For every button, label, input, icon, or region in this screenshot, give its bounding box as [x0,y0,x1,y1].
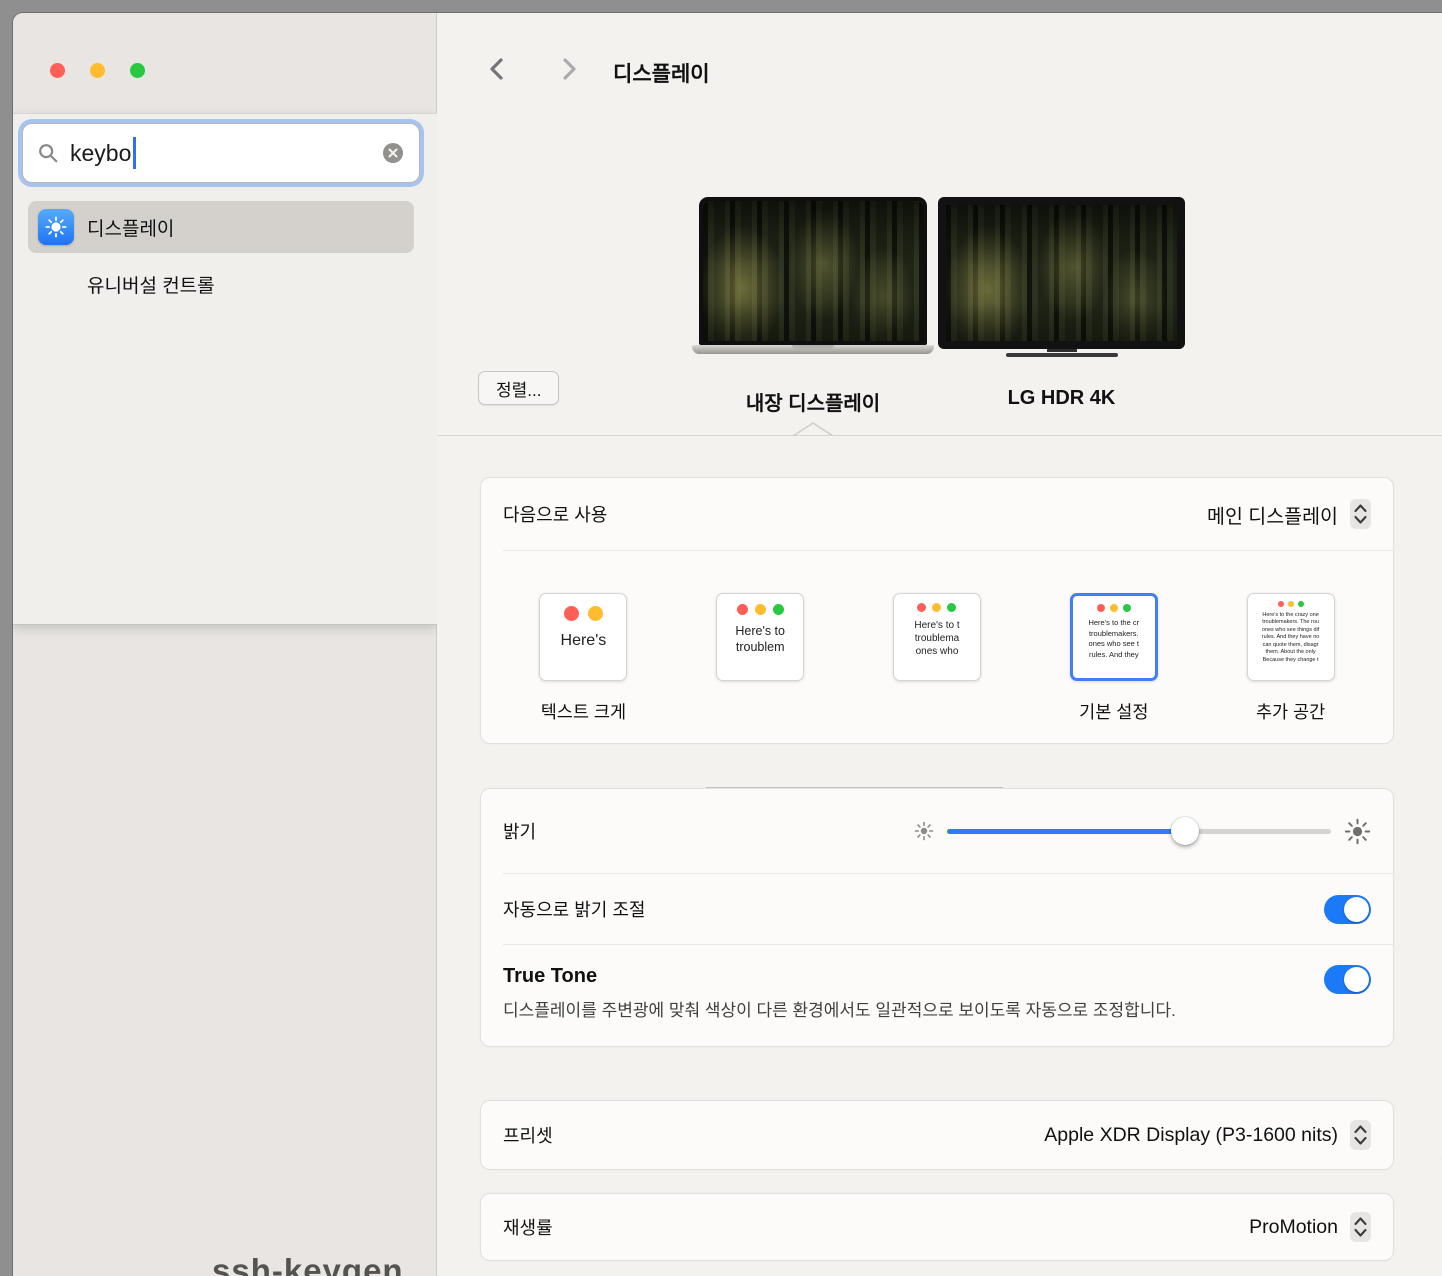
minimize-window-button[interactable] [90,63,105,78]
text-size-preview-card: Here's to troublem [716,593,804,681]
refresh-rate-dropdown[interactable] [1350,1212,1371,1242]
auto-brightness-row: 자동으로 밝기 조절 [481,874,1393,944]
text-size-options: Here's 텍스트 크게 Here's to troublem [481,551,1393,743]
chevron-up-down-icon [1352,1122,1369,1148]
chevron-up-down-icon [1352,501,1369,527]
chevron-left-icon [485,56,511,82]
refresh-rate-value[interactable]: ProMotion [1249,1216,1338,1239]
zoom-window-button[interactable] [130,63,145,78]
monitor-stand [1047,349,1077,352]
toggle-knob [1344,967,1369,992]
builtin-display-thumbnail[interactable] [692,197,934,354]
true-tone-toggle[interactable] [1324,965,1371,994]
text-size-option-2[interactable]: Here's to troublem [672,593,849,723]
use-as-value[interactable]: 메인 디스플레이 [1207,500,1338,529]
text-size-option-default[interactable]: Here's to the cr troublemakers. ones who… [1025,593,1202,723]
text-size-preview-card: Here's to t troublema ones who [893,593,981,681]
chevron-right-icon [555,56,581,82]
brightness-high-icon [1344,818,1371,845]
external-display-name: LG HDR 4K [938,387,1185,410]
text-size-option-label: 기본 설정 [1079,699,1148,723]
text-size-preview-card: Here's to the crazy one troublemakers. T… [1247,593,1335,681]
true-tone-label: True Tone [503,965,1371,988]
back-button[interactable] [485,56,511,82]
search-result-label: 유니버설 컨트롤 [87,271,215,298]
brightness-low-icon [914,821,934,841]
refresh-rate-label: 재생률 [503,1214,553,1240]
toggle-knob [1344,897,1369,922]
brightness-slider-fill [947,829,1185,834]
preset-dropdown[interactable] [1350,1120,1371,1150]
background-terminal-text: ssh-keygen [212,1252,404,1276]
chevron-up-down-icon [1352,1214,1369,1240]
sidebar: keybo [13,13,437,1276]
preview-text: Here's to troublem [717,623,803,656]
brightness-slider-knob[interactable] [1171,817,1199,845]
arrange-displays-button[interactable]: 정렬... [478,371,559,405]
display-settings-icon [38,209,74,245]
text-size-preview-card: Here's [539,593,627,681]
page-title: 디스플레이 [613,58,710,88]
use-as-row: 다음으로 사용 메인 디스플레이 [481,478,1393,550]
text-size-option-label: 추가 공간 [1256,699,1325,723]
preview-text: Here's to t troublema ones who [894,619,980,658]
brightness-row: 밝기 [481,789,1393,873]
text-size-option-more-space[interactable]: Here's to the crazy one troublemakers. T… [1202,593,1379,723]
auto-brightness-label: 자동으로 밝기 조절 [503,896,645,922]
clear-search-button[interactable] [381,141,405,165]
preset-panel: 프리셋 Apple XDR Display (P3-1600 nits) [480,1100,1394,1170]
close-window-button[interactable] [50,63,65,78]
text-size-option-3[interactable]: Here's to t troublema ones who [849,593,1026,723]
search-input[interactable]: keybo [22,123,420,183]
system-settings-window: keybo [13,13,1442,1276]
text-size-option-label: 텍스트 크게 [541,699,626,723]
preset-row: 프리셋 Apple XDR Display (P3-1600 nits) [481,1101,1393,1169]
laptop-base [692,345,934,354]
brightness-slider[interactable] [947,817,1331,845]
search-query-text: keybo [70,140,131,167]
main-content: 디스플레이 내장 디스플레이 LG HDR 4K 정렬... 다음으로 사용 메… [437,13,1442,1276]
text-cursor [133,137,136,169]
display-mode-panel: 다음으로 사용 메인 디스플레이 Here's [480,477,1394,744]
selected-display-pointer [793,422,833,436]
text-size-option-larger-text[interactable]: Here's 텍스트 크게 [495,593,672,723]
search-result-display[interactable]: 디스플레이 [28,201,414,253]
text-size-preview-card-selected: Here's to the cr troublemakers. ones who… [1070,593,1158,681]
preview-text: Here's to the cr troublemakers. ones who… [1073,618,1155,660]
search-result-universal-control[interactable]: 유니버설 컨트롤 [28,264,414,304]
true-tone-description: 디스플레이를 주변광에 맞춰 색상이 다른 환경에서도 일관적으로 보이도록 자… [503,998,1238,1024]
refresh-rate-row: 재생률 ProMotion [481,1194,1393,1260]
preview-text: Here's [540,632,626,650]
use-as-label: 다음으로 사용 [503,501,607,527]
use-as-dropdown[interactable] [1350,499,1371,529]
brightness-label: 밝기 [503,818,536,844]
section-divider [437,435,1442,436]
refresh-rate-panel: 재생률 ProMotion [480,1193,1394,1261]
brightness-panel: 밝기 [480,788,1394,1047]
true-tone-row: True Tone 디스플레이를 주변광에 맞춰 색상이 다른 환경에서도 일관… [481,945,1393,1046]
preview-text: Here's to the crazy one troublemakers. T… [1248,612,1334,664]
window-controls [50,63,145,78]
search-icon [37,142,59,164]
search-result-label: 디스플레이 [87,214,174,241]
monitor-stand-base [1006,353,1118,357]
forward-button[interactable] [555,56,581,82]
clear-icon [381,141,405,165]
preset-label: 프리셋 [503,1122,553,1148]
preset-value[interactable]: Apple XDR Display (P3-1600 nits) [1044,1124,1338,1147]
auto-brightness-toggle[interactable] [1324,895,1371,924]
search-results-panel: keybo [13,113,437,625]
builtin-display-screen [699,197,927,345]
builtin-display-name: 내장 디스플레이 [692,387,934,416]
external-display-thumbnail[interactable] [938,197,1185,357]
external-display-screen [938,197,1185,349]
